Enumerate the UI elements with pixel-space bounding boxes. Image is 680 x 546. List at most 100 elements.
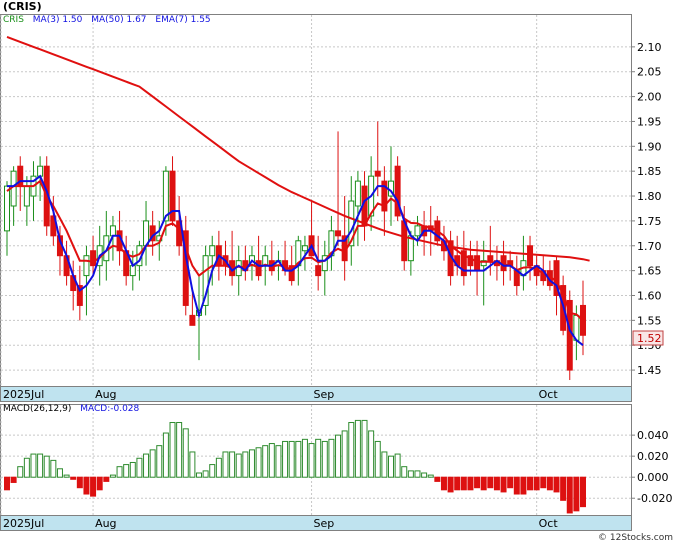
macd-bar-positive: [407, 470, 414, 478]
macd-date-label: Sep: [314, 517, 335, 530]
macd-bar-positive: [394, 453, 401, 478]
macd-bar-positive: [143, 453, 150, 478]
candle-down: [374, 170, 381, 177]
macd-bar-positive: [381, 451, 388, 478]
macd-bar-positive: [189, 451, 196, 478]
legend-ma50: MA(50) 1.67: [91, 15, 147, 25]
macd-bar-positive: [17, 466, 24, 478]
candle-up: [4, 185, 10, 232]
candle-up: [209, 245, 216, 257]
macd-bar-positive: [229, 451, 236, 478]
candle-down: [335, 230, 342, 237]
price-tick-label: 1.90: [637, 140, 662, 153]
macd-bar-negative: [546, 476, 553, 491]
price-tick-label: 1.80: [637, 190, 662, 203]
macd-bar-negative: [487, 476, 494, 489]
macd-bar-negative: [540, 476, 547, 489]
macd-bar-positive: [368, 430, 375, 478]
macd-bar-positive: [129, 461, 136, 478]
candle-down: [527, 245, 534, 267]
macd-bar-negative: [520, 476, 527, 495]
macd-bar-positive: [301, 438, 308, 478]
macd-bar-positive: [414, 470, 421, 478]
macd-bar-positive: [50, 459, 57, 478]
macd-value: MACD:-0.028: [80, 404, 140, 414]
macd-bar-negative: [83, 476, 90, 495]
macd-bar-positive: [109, 474, 116, 478]
macd-tick-label: 0.000: [637, 471, 669, 484]
macd-bar-positive: [335, 434, 342, 478]
last-price-label: 1.52: [637, 332, 662, 345]
macd-bar-positive: [215, 457, 222, 478]
macd-bar-positive: [63, 474, 70, 478]
macd-bar-positive: [427, 474, 434, 478]
price-date-label: Aug: [95, 388, 116, 401]
macd-bar-negative: [454, 476, 461, 491]
macd-bar-positive: [321, 440, 328, 478]
macd-bar-positive: [162, 432, 169, 478]
macd-bar-negative: [580, 476, 586, 508]
macd-bar-positive: [295, 440, 302, 478]
candle-down: [189, 314, 196, 326]
candle-up: [83, 255, 90, 277]
macd-bar-positive: [348, 422, 355, 478]
macd-bar-positive: [56, 468, 63, 478]
macd-bar-positive: [275, 445, 282, 478]
macd-bar-positive: [136, 457, 143, 478]
price-tick-label: 2.10: [637, 41, 662, 54]
price-tick-label: 1.45: [637, 364, 662, 377]
macd-bar-negative: [553, 476, 560, 493]
candle-up: [109, 225, 116, 237]
price-tick-label: 1.95: [637, 115, 662, 128]
candle-up: [23, 185, 30, 207]
macd-bar-positive: [354, 419, 361, 478]
macd-bar-negative: [533, 476, 540, 491]
price-tick-label: 1.75: [637, 215, 662, 228]
macd-date-label: 2025Jul: [3, 517, 44, 530]
price-tick-label: 1.65: [637, 265, 662, 278]
macd-bar-positive: [169, 422, 176, 478]
macd-bar-positive: [222, 451, 229, 478]
macd-bar-positive: [156, 445, 163, 478]
macd-bar-positive: [30, 453, 37, 478]
ticker-title: (CRIS): [3, 0, 42, 13]
price-date-label: 2025Jul: [3, 388, 44, 401]
macd-bar-negative: [434, 476, 441, 482]
macd-tick-label: 0.040: [637, 429, 669, 442]
macd-bar-positive: [176, 422, 183, 478]
macd-bar-negative: [560, 476, 567, 501]
macd-bar-negative: [474, 476, 481, 489]
macd-bar-negative: [90, 476, 97, 497]
macd-bar-positive: [315, 438, 322, 478]
macd-bar-positive: [288, 440, 295, 478]
macd-date-label: Oct: [539, 517, 559, 530]
macd-bar-positive: [37, 453, 44, 478]
legend-ma3: MA(3) 1.50: [32, 15, 83, 25]
macd-bar-negative: [566, 476, 573, 514]
macd-bar-negative: [460, 476, 467, 491]
price-tick-label: 1.85: [637, 165, 662, 178]
macd-bar-negative: [507, 476, 514, 489]
macd-bar-positive: [235, 453, 242, 478]
macd-bar-positive: [328, 438, 335, 478]
macd-bar-positive: [242, 451, 249, 478]
macd-tick-label: -0.020: [637, 492, 672, 505]
price-legend: CRIS MA(3) 1.50 MA(50) 1.67 EMA(7) 1.55: [3, 15, 211, 25]
macd-bar-negative: [467, 476, 474, 491]
watermark: © 12Stocks.com: [598, 533, 673, 543]
macd-bar-negative: [493, 476, 500, 491]
macd-bar-positive: [268, 443, 275, 478]
candle-up: [354, 180, 361, 207]
candle-down: [90, 250, 97, 267]
macd-bar-positive: [262, 445, 269, 478]
macd-bar-positive: [401, 466, 408, 478]
macd-bar-positive: [202, 470, 209, 478]
macd-params: MACD(26,12,9): [3, 404, 72, 414]
macd-bar-negative: [103, 476, 110, 482]
macd-bar-positive: [248, 449, 255, 478]
macd-bar-positive: [149, 449, 156, 478]
macd-bar-positive: [374, 440, 381, 478]
stock-chart: 1.451.501.551.601.651.701.751.801.851.90…: [0, 14, 672, 531]
macd-date-label: Aug: [95, 517, 116, 530]
macd-bar-positive: [255, 447, 262, 478]
